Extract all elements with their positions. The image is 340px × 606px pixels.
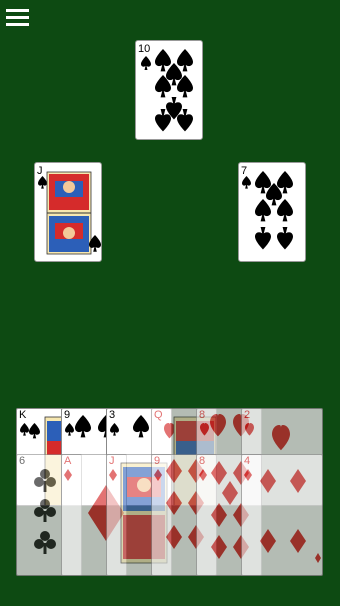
card-rank: 8 xyxy=(199,455,206,467)
card-rank: J xyxy=(37,165,43,177)
played-card-left: J xyxy=(34,162,102,262)
card-rank: 4 xyxy=(244,455,251,467)
player-hand: K 9 3 Q 8 2 6 A J 9 8 4 xyxy=(16,408,323,576)
card-rank: 7 xyxy=(241,165,247,177)
played-card-right: 7 xyxy=(238,162,306,262)
played-card-top: 10 xyxy=(135,40,203,140)
card-rank: 8 xyxy=(199,409,206,421)
seven-of-spades-face: 7 xyxy=(241,165,293,250)
hand-card-4-diamonds[interactable]: 4 xyxy=(241,454,323,576)
hamburger-menu-icon xyxy=(6,9,29,12)
card-rank: 9 xyxy=(154,455,161,467)
card-rank: Q xyxy=(154,409,163,421)
card-rank: 9 xyxy=(64,409,71,421)
card-rank: 10 xyxy=(138,43,150,55)
card-rank: A xyxy=(64,455,72,467)
menu-button[interactable] xyxy=(6,9,30,27)
jack-of-spades-face: J xyxy=(37,165,101,255)
card-rank: J xyxy=(109,455,115,467)
hamburger-line xyxy=(6,16,29,19)
ten-of-spades-face: 10 xyxy=(138,43,193,132)
diamond-icon xyxy=(244,469,321,563)
card-rank: K xyxy=(19,409,27,421)
card-rank: 3 xyxy=(109,409,116,421)
card-rank: 6 xyxy=(19,455,26,467)
card-rank: 2 xyxy=(244,409,251,421)
hamburger-line xyxy=(6,23,29,26)
